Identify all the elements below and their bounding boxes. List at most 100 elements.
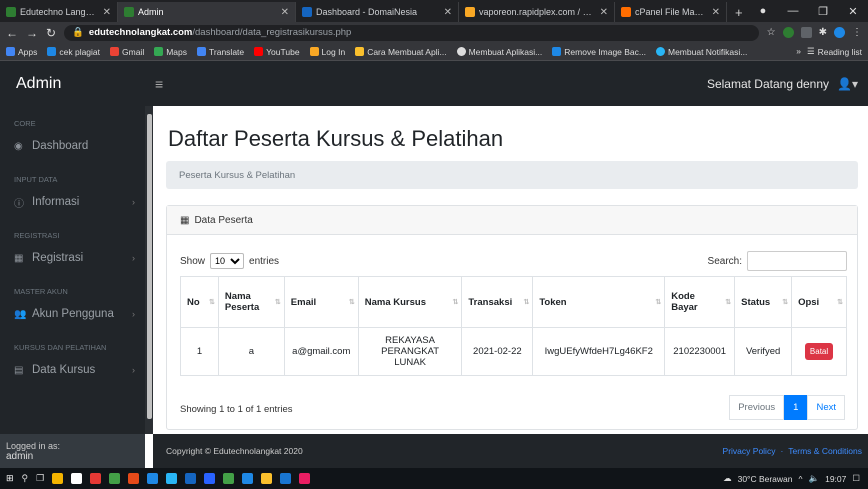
col-no[interactable]: No ⇅	[180, 276, 219, 328]
col-email[interactable]: Email ⇅	[283, 276, 359, 328]
extension-icon[interactable]	[782, 27, 794, 38]
sidebar-item-dashboard[interactable]: ◉ Dashboard	[0, 130, 145, 162]
col-token[interactable]: Token ⇅	[532, 276, 666, 328]
app-icon[interactable]	[299, 473, 311, 484]
brand-title[interactable]: Admin	[0, 75, 145, 93]
sidebar-item-registrasi[interactable]: ▦ Registrasi ›	[0, 242, 145, 274]
favicon-icon	[465, 7, 475, 17]
task-view-icon[interactable]: ❐	[36, 473, 44, 484]
windows-start-icon[interactable]: ⊞	[6, 473, 14, 484]
browser-tab[interactable]: Edutechno Langkat ✕	[0, 2, 118, 22]
close-tab-icon[interactable]: ✕	[712, 7, 720, 18]
col-kode[interactable]: Kode Bayar ⇅	[664, 276, 736, 328]
bookmark[interactable]: Membuat Aplikasi...	[456, 47, 542, 57]
search-input[interactable]	[747, 251, 847, 271]
bookmark[interactable]: Gmail	[110, 47, 144, 57]
tray-chevron-icon[interactable]: ^	[799, 474, 803, 484]
reading-list[interactable]: ☰ Reading list	[807, 46, 862, 57]
page-1-button[interactable]: 1	[784, 395, 808, 420]
reload-icon[interactable]: ↻	[46, 26, 56, 40]
lock-icon: 🔒	[72, 27, 84, 38]
sidebar-scroll-thumb[interactable]	[147, 114, 152, 419]
close-window-button[interactable]: ✕	[838, 5, 868, 18]
search-icon[interactable]: ⚲	[22, 473, 29, 484]
browser-tab[interactable]: Dashboard - DomaiNesia ✕	[296, 2, 459, 22]
chrome-icon[interactable]	[223, 473, 235, 484]
bookmark-icon	[552, 47, 562, 56]
cell-opsi: Batal	[791, 327, 847, 376]
col-transaksi[interactable]: Transaksi ⇅	[461, 276, 534, 328]
minimize-button[interactable]: —	[778, 5, 808, 17]
url-field[interactable]: 🔒 edutechnolangkat.com/dashboard/data_re…	[64, 24, 759, 41]
table-icon: ▦	[180, 214, 190, 226]
next-button[interactable]: Next	[807, 395, 845, 420]
app-icon[interactable]	[71, 473, 83, 484]
col-status[interactable]: Status ⇅	[734, 276, 793, 328]
reading-list-icon: ☰	[806, 46, 815, 56]
puzzle-icon[interactable]: ✱	[819, 27, 827, 38]
batal-button[interactable]: Batal	[804, 343, 834, 360]
weather-text[interactable]: 30°C Berawan	[738, 474, 793, 484]
back-icon[interactable]: ←	[6, 26, 18, 40]
menu-kebab-icon[interactable]: ⋮	[852, 27, 862, 38]
prev-button[interactable]: Previous	[729, 395, 785, 420]
bookmark[interactable]: Cara Membuat Apli...	[355, 47, 447, 57]
app-icon[interactable]	[90, 473, 102, 484]
sort-icon: ⇅	[782, 299, 789, 306]
sidebar-item-informasi[interactable]: ⓘ Informasi ›	[0, 186, 145, 218]
sidebar-item-akun[interactable]: 👥 Akun Pengguna ›	[0, 298, 145, 330]
browser-tab[interactable]: vaporeon.rapidplex.com / loc ✕	[459, 2, 615, 22]
bookmark-apps[interactable]: Apps	[6, 47, 37, 57]
powerpoint-icon[interactable]	[128, 473, 140, 484]
browser-tab[interactable]: cPanel File Manager v3 ✕	[615, 2, 727, 22]
star-icon[interactable]: ☆	[767, 27, 776, 38]
clock[interactable]: 19:07	[825, 474, 846, 484]
col-nama[interactable]: Nama Peserta ⇅	[217, 276, 285, 328]
notification-icon[interactable]: ☐	[852, 473, 860, 484]
bookmark[interactable]: Membuat Notifikasi...	[656, 47, 747, 57]
sidebar-item-kursus[interactable]: ▤ Data Kursus ›	[0, 354, 145, 386]
cell-nama: a	[217, 327, 285, 376]
bookmark[interactable]: Log In	[309, 47, 345, 57]
bookmark[interactable]: Translate	[197, 47, 244, 57]
excel-icon[interactable]	[109, 473, 121, 484]
profile-avatar-icon[interactable]	[834, 27, 845, 38]
copyright-text: Copyright © Edutechnolangkat 2020	[166, 446, 303, 456]
close-tab-icon[interactable]: ✕	[281, 7, 289, 18]
col-opsi[interactable]: Opsi ⇅	[791, 276, 847, 328]
volume-icon[interactable]: 🔈	[809, 473, 820, 484]
close-tab-icon[interactable]: ✕	[600, 7, 608, 18]
col-kursus[interactable]: Nama Kursus ⇅	[357, 276, 463, 328]
terms-link[interactable]: Terms & Conditions	[788, 446, 862, 456]
sidebar-item-label: Akun Pengguna	[32, 308, 114, 320]
user-dropdown-icon[interactable]: 👤▾	[837, 77, 868, 91]
extension-icon[interactable]	[800, 27, 812, 38]
app-icon[interactable]	[204, 473, 216, 484]
app-icon[interactable]	[52, 473, 64, 484]
app-icon[interactable]	[280, 473, 292, 484]
app-icon[interactable]	[261, 473, 273, 484]
logged-in-user: admin	[6, 450, 34, 462]
sort-icon: ⇅	[348, 299, 355, 306]
menu-toggle-icon[interactable]: ≡	[155, 76, 163, 92]
footer-separator: ·	[780, 446, 784, 456]
close-tab-icon[interactable]: ✕	[444, 7, 452, 18]
bookmark[interactable]: Maps	[154, 47, 187, 57]
app-icon[interactable]	[242, 473, 254, 484]
profile-icon[interactable]: ●	[748, 5, 778, 17]
search-wrap: Search:	[708, 251, 847, 271]
word-icon[interactable]	[185, 473, 197, 484]
maximize-button[interactable]: ❐	[808, 5, 838, 18]
table-info: Showing 1 to 1 of 1 entries	[180, 404, 293, 415]
app-icon[interactable]	[147, 473, 159, 484]
bookmark[interactable]: Remove Image Bac...	[552, 47, 646, 57]
entries-select[interactable]: 10	[210, 253, 245, 269]
bookmark[interactable]: cek plagiat	[47, 47, 100, 57]
privacy-link[interactable]: Privacy Policy	[723, 446, 776, 456]
browser-tab-active[interactable]: Admin ✕	[118, 2, 296, 22]
forward-icon[interactable]: →	[26, 26, 38, 40]
bookmark[interactable]: YouTube	[254, 47, 300, 57]
more-bookmarks-icon[interactable]: »	[796, 46, 801, 57]
close-tab-icon[interactable]: ✕	[103, 7, 111, 18]
app-icon[interactable]	[166, 473, 178, 484]
